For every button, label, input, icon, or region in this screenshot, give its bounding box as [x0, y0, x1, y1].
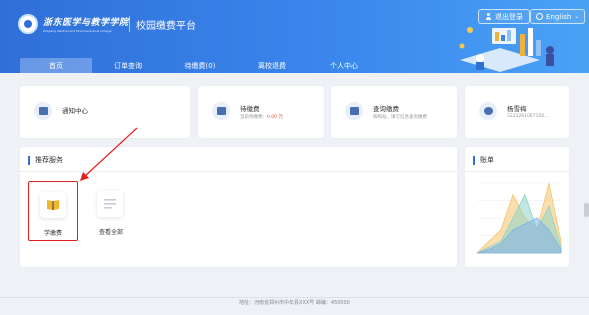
section-divider [465, 171, 569, 172]
bill-panel: 账单 [465, 147, 569, 267]
scrollbar-handle[interactable] [584, 203, 589, 217]
bill-chart [476, 182, 562, 254]
footer-divider [0, 297, 589, 298]
bill-title: 账单 [473, 156, 494, 165]
footer-address: 地址：河南省郑州市中牟县XXX号 邮编：450000 [239, 300, 350, 306]
